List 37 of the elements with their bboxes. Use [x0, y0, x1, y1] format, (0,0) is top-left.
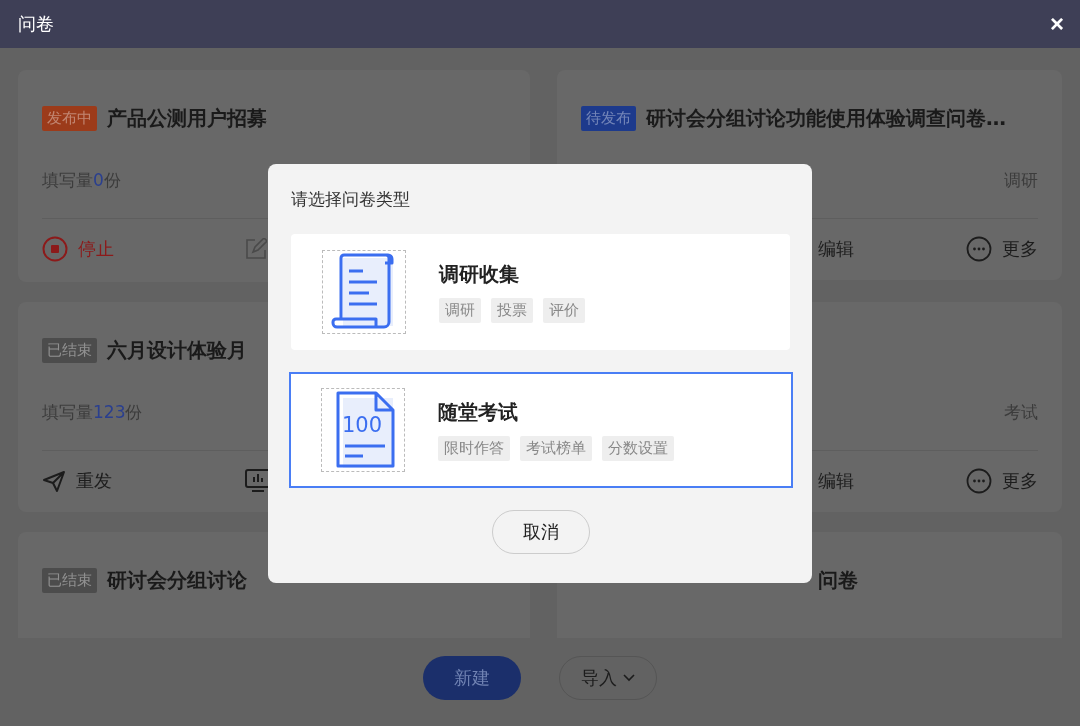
cancel-button[interactable]: 取消 — [491, 510, 590, 554]
dialog-title: 请选择问卷类型 — [291, 188, 411, 211]
option-title: 调研收集 — [439, 261, 520, 288]
create-button[interactable]: 新建 — [423, 656, 521, 700]
survey-title: 六月设计体验月 — [107, 336, 247, 364]
survey-title: 产品公测用户招募 — [107, 104, 267, 132]
feature-tag: 评价 — [543, 298, 585, 323]
action-button[interactable]: 停止 — [42, 236, 245, 262]
action-button[interactable]: 编辑 — [818, 469, 966, 493]
action-button[interactable]: 编辑 — [818, 237, 966, 261]
feature-tag: 分数设置 — [602, 436, 674, 461]
status-tag: 待发布 — [581, 105, 636, 131]
status-tag: 已结束 — [42, 567, 97, 593]
send-icon — [42, 469, 66, 493]
more-button[interactable]: 更多 — [966, 236, 1038, 262]
feature-tag: 考试榜单 — [520, 436, 592, 461]
action-button[interactable]: 重发 — [42, 469, 245, 493]
survey-title: 研讨会分组讨论功能使用体验调查问卷… — [646, 104, 1006, 132]
feature-tag: 投票 — [491, 298, 533, 323]
chart-icon — [245, 469, 271, 493]
survey-title: 问卷 — [818, 566, 858, 594]
survey-title: 研讨会分组讨论 — [107, 566, 247, 594]
type-option[interactable]: 调研收集 调研 投票 评价 — [291, 234, 790, 350]
stop-icon — [42, 236, 68, 262]
more-icon — [966, 236, 992, 262]
more-button[interactable]: 更多 — [966, 468, 1038, 494]
more-icon — [966, 468, 992, 494]
status-tag: 已结束 — [42, 337, 97, 363]
feature-tag: 限时作答 — [438, 436, 510, 461]
feature-tag: 调研 — [439, 298, 481, 323]
option-title: 随堂考试 — [438, 399, 519, 426]
caret-icon — [623, 674, 635, 682]
type-option[interactable]: 100 随堂考试 限时作答 考试榜单 分数设置 — [289, 372, 793, 488]
edit-icon — [245, 238, 267, 260]
close-button[interactable]: × — [1046, 12, 1068, 36]
status-tag: 发布中 — [42, 105, 97, 131]
window-title: 问卷 — [18, 12, 54, 36]
